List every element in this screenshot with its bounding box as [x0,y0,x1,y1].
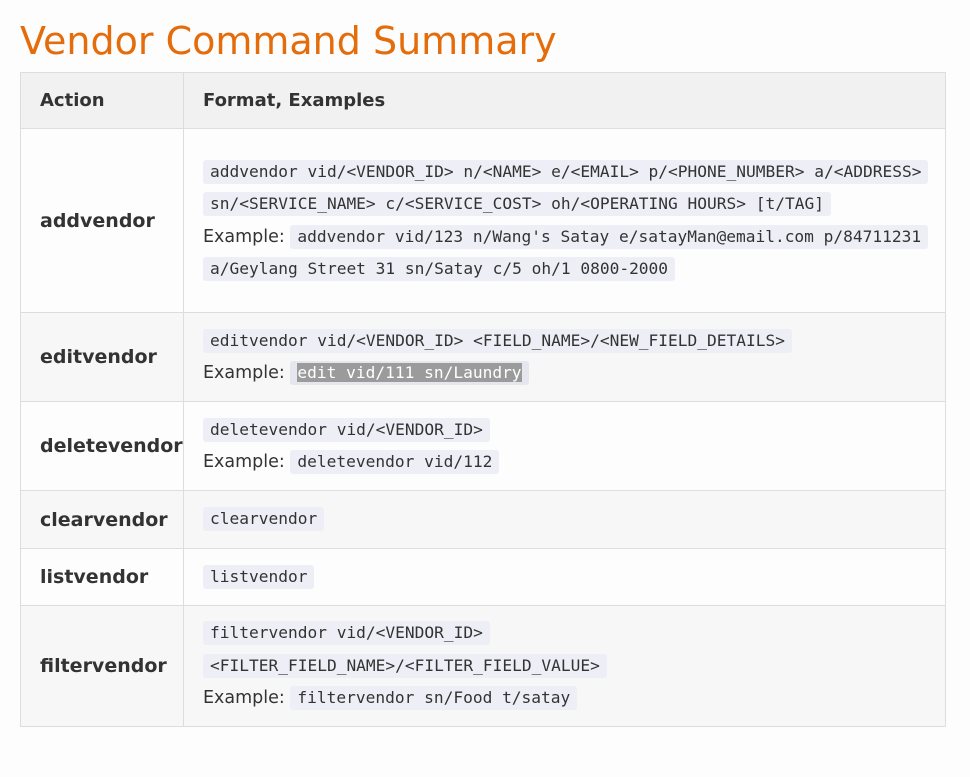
header-action: Action [20,72,184,129]
header-format-examples: Format, Examples [183,72,946,129]
example-code[interactable]: deletevendor vid/112 [290,450,500,474]
table-row: addvendor addvendor vid/<VENDOR_ID> n/<N… [20,128,946,313]
format-code[interactable]: addvendor vid/<VENDOR_ID> n/<NAME> e/<EM… [203,159,929,216]
table-row: deletevendor deletevendor vid/<VENDOR_ID… [20,401,946,491]
format-code-line-2: <FILTER_FIELD_NAME>/<FILTER_FIELD_VALUE> [210,655,600,675]
example-label: Example: [203,226,285,247]
table-row: filtervendor filtervendor vid/<VENDOR_ID… [20,605,946,727]
action-cell: listvendor [20,548,184,606]
format-cell: addvendor vid/<VENDOR_ID> n/<NAME> e/<EM… [183,128,946,313]
example-label: Example: [203,363,285,383]
table-row: clearvendor clearvendor [20,490,946,549]
page-title: Vendor Command Summary [20,19,557,63]
action-cell: clearvendor [20,490,184,549]
format-cell: clearvendor [183,490,946,549]
action-cell: deletevendor [20,401,184,491]
example-code-selected[interactable]: edit vid/111 sn/Laundry [290,361,529,385]
example-code[interactable]: filtervendor sn/Food t/satay [290,686,578,711]
page: Vendor Command Summary Action Format, Ex… [0,0,970,727]
format-code[interactable]: deletevendor vid/<VENDOR_ID> [203,417,490,442]
command-summary-table: Action Format, Examples addvendor addven… [20,72,946,727]
example-label: Example: [203,688,285,709]
example-label: Example: [203,452,285,472]
format-cell: filtervendor vid/<VENDOR_ID> <FILTER_FIEL… [183,605,946,727]
format-code[interactable]: editvendor vid/<VENDOR_ID> <FIELD_NAME>/… [203,328,792,353]
example-code[interactable]: addvendor vid/123 n/Wang's Satay e/satay… [203,224,929,281]
format-cell: deletevendor vid/<VENDOR_ID> Example: de… [183,401,946,491]
format-code[interactable]: clearvendor [203,507,325,532]
format-cell: listvendor [183,548,946,606]
format-code[interactable]: filtervendor vid/<VENDOR_ID> <FILTER_FIEL… [203,621,607,678]
format-cell: editvendor vid/<VENDOR_ID> <FIELD_NAME>/… [183,312,946,402]
action-cell: filtervendor [20,605,184,727]
table-row: listvendor listvendor [20,548,946,606]
format-code[interactable]: listvendor [203,564,315,589]
action-cell: addvendor [20,128,184,313]
action-cell: editvendor [20,312,184,402]
selected-text: edit vid/111 sn/Laundry [297,363,522,382]
format-code-line-1: filtervendor vid/<VENDOR_ID> [210,623,483,643]
table-row: editvendor editvendor vid/<VENDOR_ID> <F… [20,312,946,402]
table-header-row: Action Format, Examples [20,72,946,129]
